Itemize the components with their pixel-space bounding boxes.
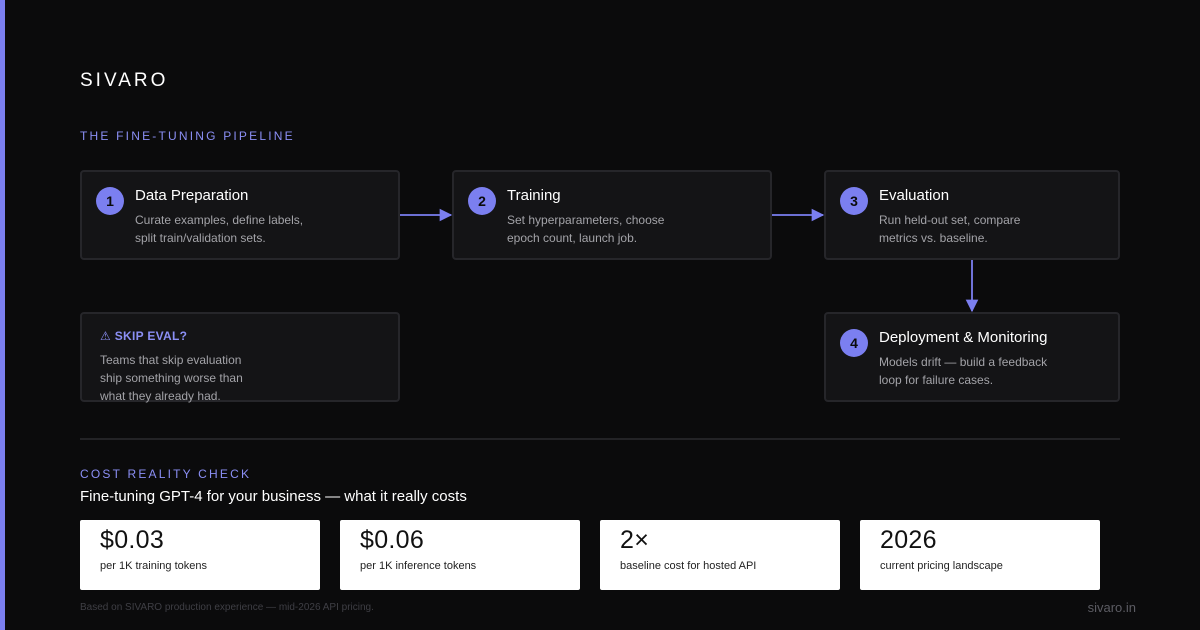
step-number-badge: 2 bbox=[468, 187, 496, 215]
stat-label: current pricing landscape bbox=[880, 560, 1003, 572]
stat-card-baseline-multiplier: 2× baseline cost for hosted API bbox=[600, 520, 840, 590]
skip-eval-warning-card: ⚠ SKIP EVAL? Teams that skip evaluation … bbox=[80, 312, 400, 403]
cost-headline: Fine-tuning GPT-4 for your business — wh… bbox=[80, 488, 467, 505]
step-card-evaluation: 3 Evaluation Run held-out set, compare m… bbox=[824, 170, 1120, 260]
stat-card-pricing-year: 2026 current pricing landscape bbox=[860, 520, 1100, 590]
site-link[interactable]: sivaro.in bbox=[1088, 600, 1136, 615]
step-title: Training bbox=[507, 187, 561, 204]
step-number-badge: 4 bbox=[840, 329, 868, 357]
brand-logo: SIVARO bbox=[80, 70, 169, 91]
stat-label: baseline cost for hosted API bbox=[620, 560, 757, 572]
step-title: Deployment & Monitoring bbox=[879, 329, 1048, 346]
stat-value: $0.03 bbox=[100, 526, 165, 554]
step-description: Models drift — build a feedback loop for… bbox=[879, 355, 1048, 387]
step-number-badge: 3 bbox=[840, 187, 868, 215]
accent-bar bbox=[0, 0, 5, 630]
stat-card-inference-cost: $0.06 per 1K inference tokens bbox=[340, 520, 580, 590]
step-title: Data Preparation bbox=[135, 187, 249, 204]
step-card-data-preparation: 1 Data Preparation Curate examples, defi… bbox=[80, 170, 400, 260]
stat-card-training-cost: $0.03 per 1K training tokens bbox=[80, 520, 320, 590]
section-divider bbox=[80, 438, 1120, 440]
step-description: Set hyperparameters, choose epoch count,… bbox=[507, 213, 665, 245]
cost-section-label: COST REALITY CHECK bbox=[80, 467, 252, 481]
warning-description: Teams that skip evaluation ship somethin… bbox=[100, 353, 243, 403]
warning-title: ⚠ SKIP EVAL? bbox=[100, 329, 188, 343]
footnote: Based on SIVARO production experience — … bbox=[80, 602, 374, 613]
stat-label: per 1K inference tokens bbox=[360, 560, 477, 572]
step-description: Curate examples, define labels, split tr… bbox=[135, 213, 304, 245]
stat-value: 2026 bbox=[880, 526, 937, 554]
stat-value: 2× bbox=[620, 526, 650, 554]
step-card-training: 2 Training Set hyperparameters, choose e… bbox=[452, 170, 772, 260]
stat-label: per 1K training tokens bbox=[100, 560, 208, 572]
pipeline-section-label: THE FINE-TUNING PIPELINE bbox=[80, 129, 295, 143]
step-title: Evaluation bbox=[879, 187, 950, 204]
step-card-deployment-monitoring: 4 Deployment & Monitoring Models drift —… bbox=[824, 312, 1120, 402]
step-description: Run held-out set, compare metrics vs. ba… bbox=[879, 213, 1021, 245]
step-number-badge: 1 bbox=[96, 187, 124, 215]
stat-value: $0.06 bbox=[360, 526, 425, 554]
